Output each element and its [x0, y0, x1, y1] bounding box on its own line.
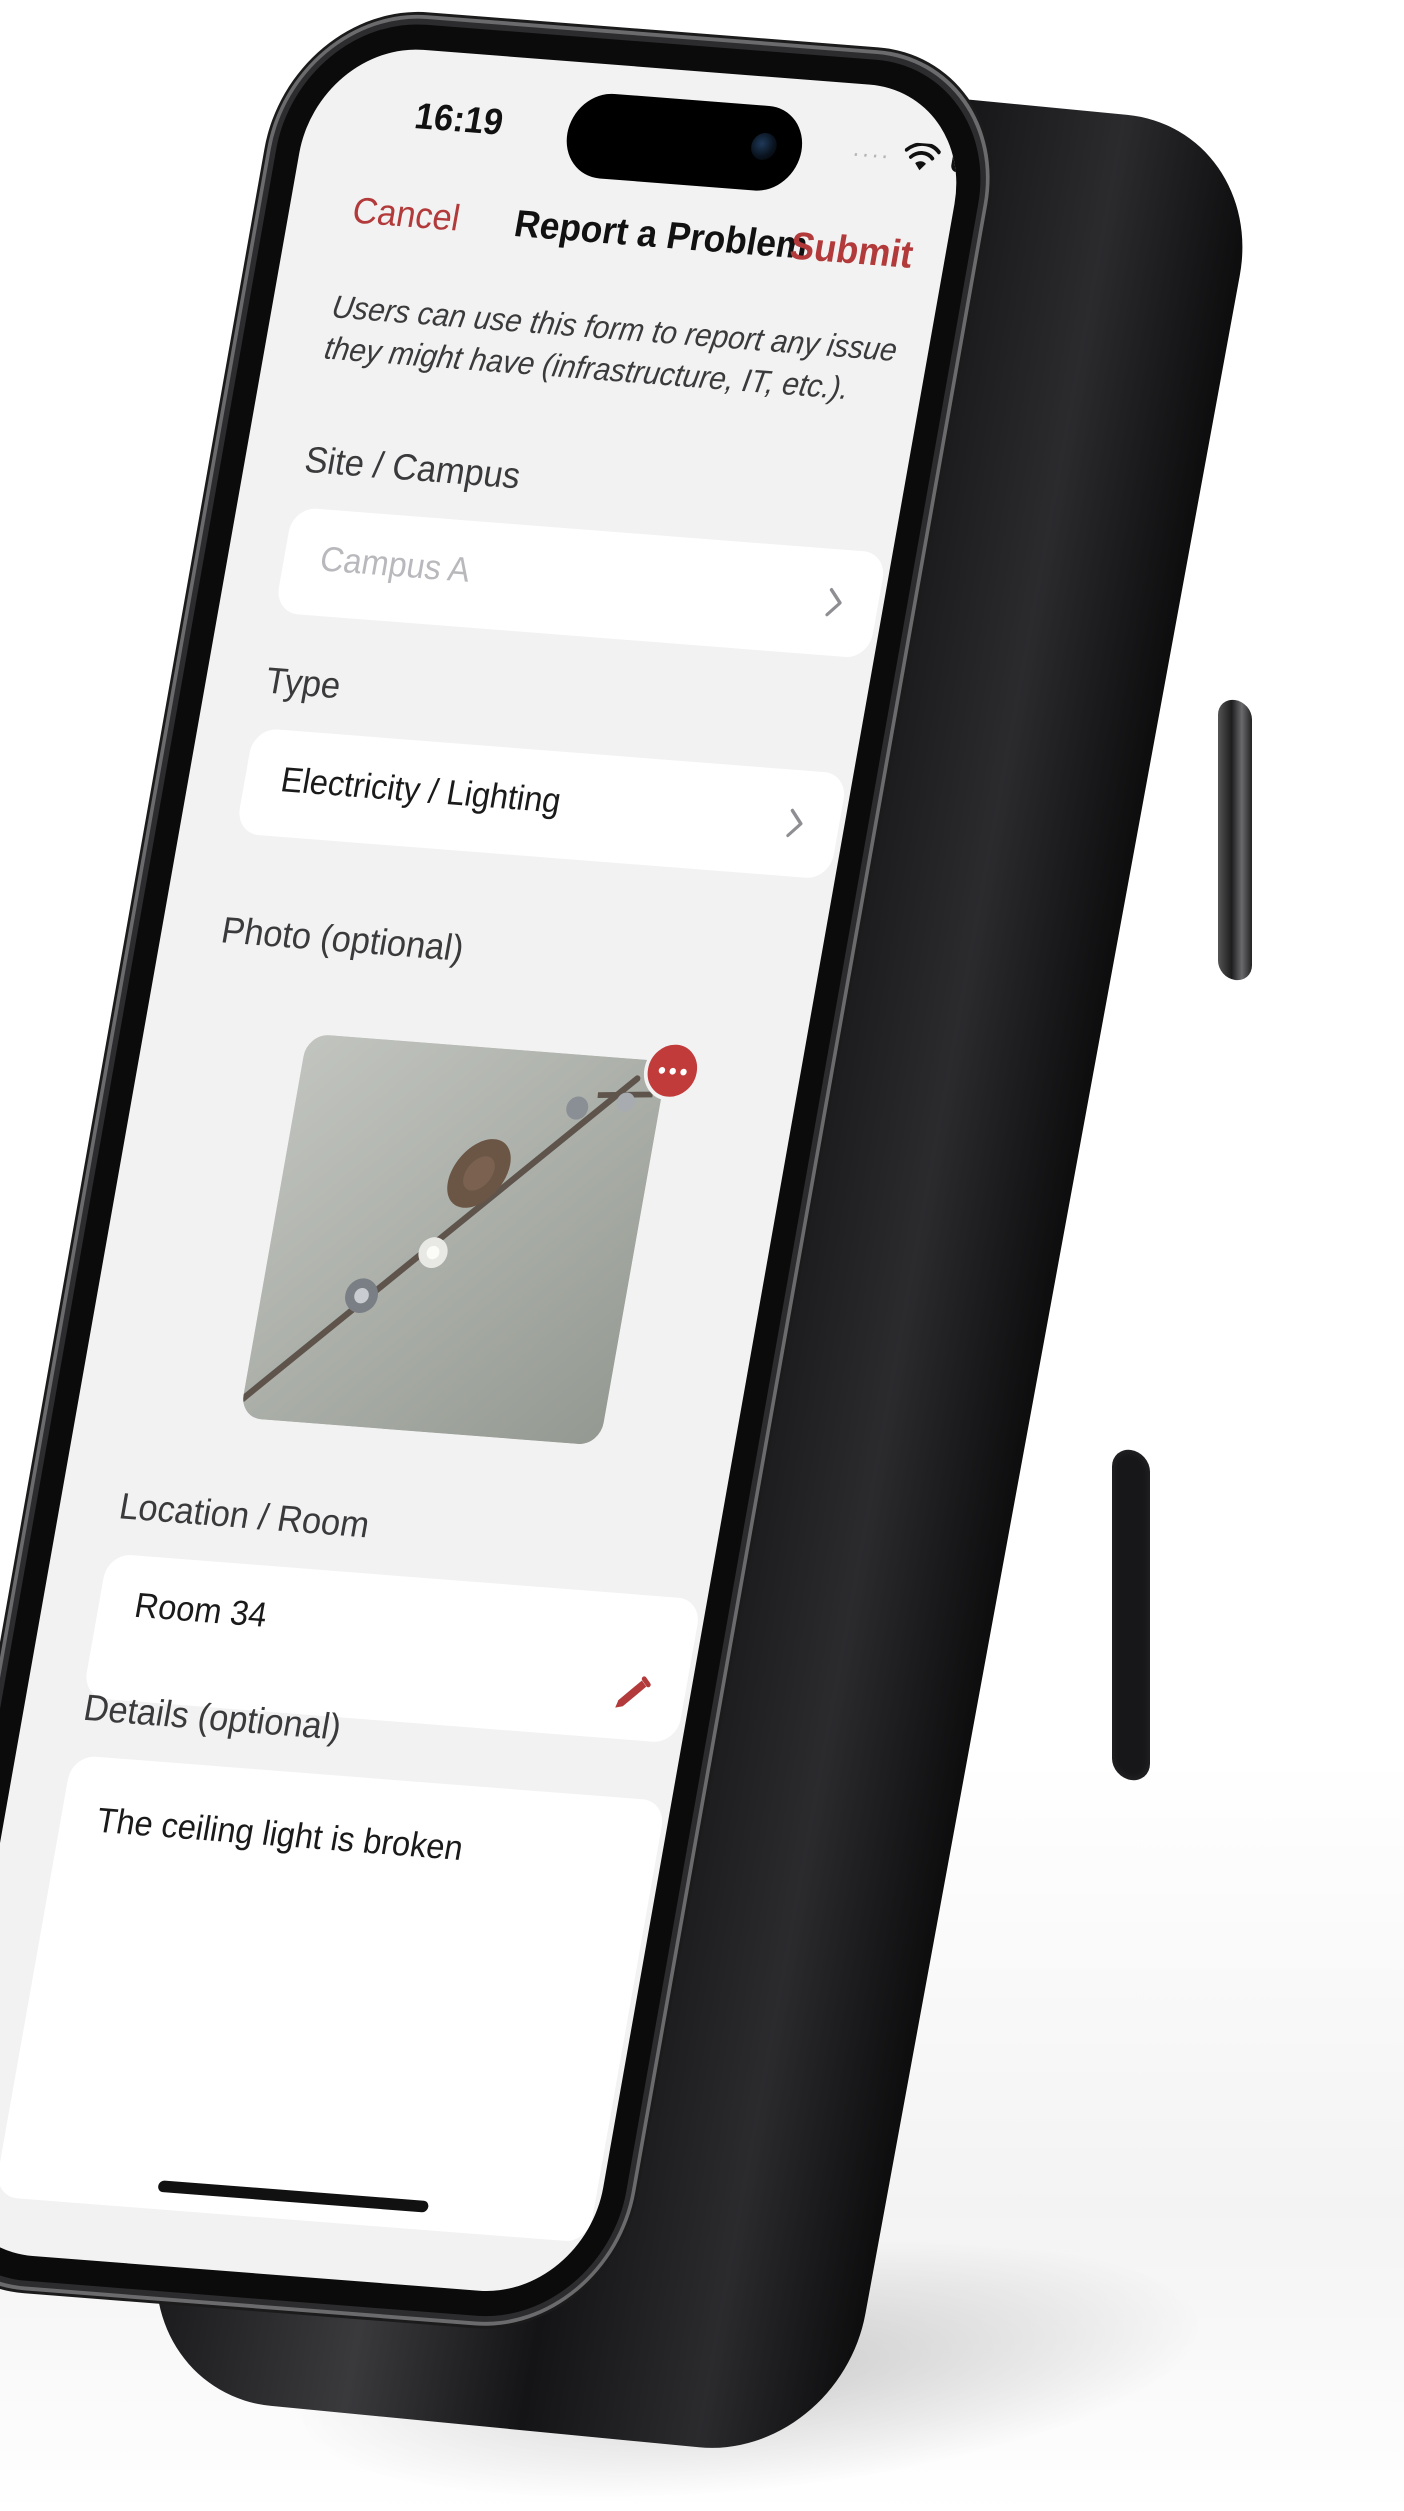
type-label: Type [262, 660, 344, 707]
camera-icon [748, 132, 779, 161]
status-time: 16:19 [411, 96, 507, 144]
cancel-button[interactable]: Cancel [349, 191, 463, 241]
attached-photo[interactable] [239, 1033, 668, 1446]
ellipsis-icon [657, 1066, 687, 1076]
chevron-right-icon [825, 587, 842, 617]
photo-label: Photo (optional) [218, 910, 467, 970]
cellular-signal-icon: ···· [849, 137, 894, 170]
pencil-icon[interactable] [607, 1671, 656, 1718]
site-placeholder: Campus A [317, 538, 474, 590]
form-description: Users can use this form to report any is… [321, 288, 901, 406]
location-value: Room 34 [131, 1584, 271, 1635]
type-picker[interactable]: Electricity / Lighting [235, 727, 849, 880]
submit-button[interactable]: Submit [787, 225, 916, 278]
site-label: Site / Campus [301, 440, 524, 498]
ceiling-light-photo [239, 1033, 668, 1446]
location-label: Location / Room [116, 1486, 373, 1547]
details-textarea[interactable]: The ceiling light is broken [0, 1754, 667, 2243]
side-button [1218, 697, 1252, 983]
side-recess [1112, 1447, 1150, 1783]
device-mockup-scene: 16:19 ···· Cancel Report a Problem Submi… [0, 0, 1404, 2511]
wifi-icon [904, 142, 941, 171]
page-title: Report a Problem [511, 203, 812, 268]
dynamic-island [559, 90, 809, 194]
site-picker[interactable]: Campus A [274, 506, 888, 659]
chevron-right-icon [786, 808, 803, 838]
type-value: Electricity / Lighting [278, 759, 565, 821]
navigation-bar: Cancel Report a Problem Submit [283, 186, 948, 295]
details-value: The ceiling light is broken [93, 1799, 467, 1868]
